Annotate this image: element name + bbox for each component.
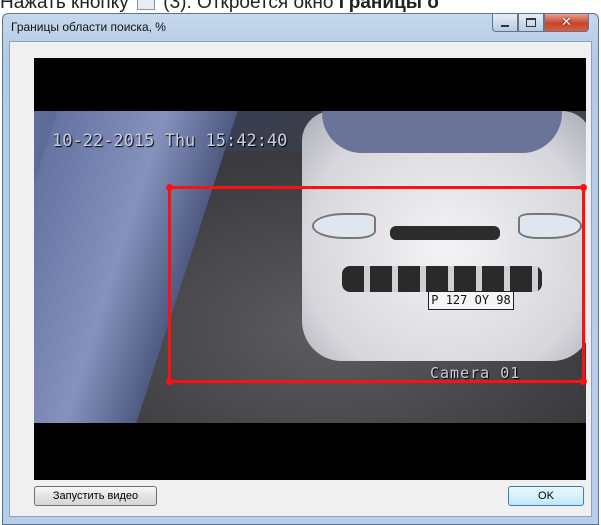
roi-icon [137, 0, 155, 11]
title-bar[interactable]: Границы области поиска, % ✕ [3, 14, 598, 40]
roi-handle-top-right[interactable] [580, 184, 587, 191]
minimize-button[interactable] [492, 14, 518, 32]
roi-handle-bottom-right[interactable] [580, 378, 587, 385]
doc-text-bold: Границы о [338, 0, 439, 13]
start-video-button[interactable]: Запустить видео [34, 486, 157, 506]
roi-handle-bottom-left[interactable] [166, 378, 173, 385]
maximize-button[interactable] [518, 14, 544, 32]
video-viewport: P 127 OY 98 10-22-2015 Thu 15:42:40 Came… [34, 58, 587, 480]
doc-text-before: Нажать кнопку [0, 0, 129, 13]
ok-button[interactable]: OK [508, 486, 584, 506]
minimize-icon [501, 24, 509, 27]
close-button[interactable]: ✕ [544, 14, 589, 32]
search-area-rectangle[interactable] [166, 184, 587, 385]
window-title: Границы области поиска, % [11, 20, 166, 34]
dialog-content: P 127 OY 98 10-22-2015 Thu 15:42:40 Came… [9, 41, 592, 517]
close-icon: ✕ [561, 15, 572, 30]
doc-text-middle: (3). Откроется окно [163, 0, 334, 13]
osd-timestamp: 10-22-2015 Thu 15:42:40 [52, 131, 288, 151]
roi-handle-top-left[interactable] [166, 184, 173, 191]
search-area-dialog: Границы области поиска, % ✕ P 127 OY 98 [2, 13, 599, 525]
maximize-icon [526, 18, 536, 27]
